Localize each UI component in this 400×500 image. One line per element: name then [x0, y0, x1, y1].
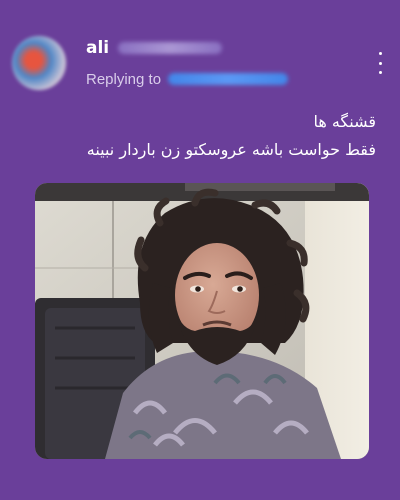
- tweet-text-line-1: قشنگه ها: [313, 112, 376, 131]
- tweet-text-line-2: فقط حواست باشه عروسکتو زن باردار نبینه: [86, 140, 376, 159]
- tweet-text: قشنگه ها فقط حواست باشه عروسکتو زن باردا…: [36, 108, 376, 164]
- more-vertical-icon[interactable]: [374, 52, 386, 74]
- author-handle-blurred: [118, 42, 222, 54]
- replying-to-handle-blurred[interactable]: [168, 73, 288, 85]
- replying-to-label: Replying to: [86, 71, 162, 88]
- author-name[interactable]: ali: [86, 38, 109, 58]
- tweet-media-image[interactable]: [35, 183, 369, 459]
- avatar[interactable]: [12, 36, 66, 90]
- tweet-card[interactable]: ali Replying to قشنگه ها فقط حواست باشه …: [0, 0, 400, 500]
